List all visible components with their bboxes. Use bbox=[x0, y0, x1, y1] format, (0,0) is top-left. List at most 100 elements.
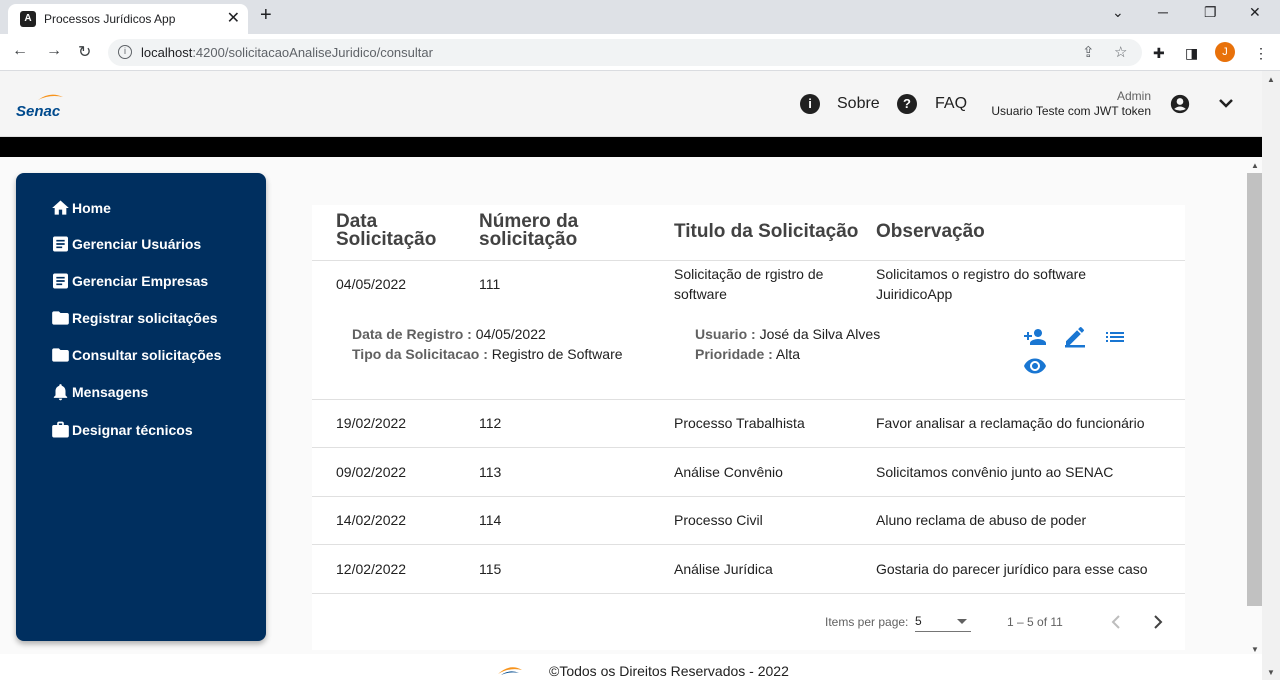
side-panel-icon[interactable]: ◨ bbox=[1185, 45, 1198, 62]
column-header-number[interactable]: Número da solicitação bbox=[479, 212, 578, 249]
bookmark-star-icon[interactable]: ☆ bbox=[1114, 43, 1127, 61]
sidebar-item-label: Gerenciar Usuários bbox=[72, 236, 202, 252]
next-page-button[interactable] bbox=[1147, 612, 1167, 632]
url-text: localhost:4200/solicitacaoAnaliseJuridic… bbox=[141, 45, 433, 60]
divider bbox=[312, 496, 1185, 497]
app-header: Senac i Sobre ? FAQ Admin Usuario Teste … bbox=[0, 71, 1262, 137]
browser-toolbar: ← → ↻ i localhost:4200/solicitacaoAnalis… bbox=[0, 34, 1280, 71]
scrollbar-thumb[interactable] bbox=[1247, 173, 1262, 606]
cell-date: 09/02/2022 bbox=[336, 464, 407, 480]
scroll-down-icon[interactable]: ▼ bbox=[1267, 668, 1275, 677]
cell-number: 114 bbox=[479, 512, 502, 528]
header-divider-band bbox=[0, 137, 1262, 157]
edit-pencil-icon bbox=[1065, 326, 1085, 348]
folder-icon bbox=[52, 348, 69, 362]
sidebar-item-label: Registrar solicitações bbox=[72, 310, 218, 326]
cell-title: Análise Convênio bbox=[674, 464, 783, 480]
senac-logo[interactable]: Senac bbox=[16, 103, 60, 120]
person-add-icon bbox=[1024, 329, 1046, 345]
list-details-button[interactable] bbox=[1103, 325, 1127, 349]
cell-number: 113 bbox=[479, 464, 502, 480]
forward-arrow-icon[interactable]: → bbox=[46, 42, 62, 60]
divider bbox=[312, 447, 1185, 448]
list-icon bbox=[53, 273, 68, 289]
folder-icon bbox=[52, 311, 69, 325]
page-scrollbar[interactable] bbox=[1262, 71, 1280, 680]
browser-menu-icon[interactable]: ⋮ bbox=[1254, 45, 1268, 62]
cell-number: 111 bbox=[479, 276, 501, 292]
faq-link[interactable]: FAQ bbox=[935, 95, 967, 113]
sidebar-nav: Home Gerenciar Usuários Gerenciar Empres… bbox=[16, 173, 266, 641]
browser-tab[interactable]: A Processos Jurídicos App ✕ bbox=[8, 4, 248, 34]
address-bar[interactable]: i localhost:4200/solicitacaoAnaliseJurid… bbox=[108, 39, 1142, 66]
close-tab-icon[interactable]: ✕ bbox=[227, 8, 240, 28]
sidebar-item-label: Home bbox=[72, 200, 111, 216]
cell-note: Gostaria do parecer jurídico para esse c… bbox=[876, 561, 1148, 577]
briefcase-icon bbox=[52, 421, 69, 438]
items-per-page-label: Items per page: bbox=[825, 615, 909, 629]
cell-title: Solicitação de rgistro de software bbox=[674, 266, 824, 302]
info-icon[interactable]: i bbox=[800, 94, 820, 114]
cell-number: 112 bbox=[479, 415, 502, 431]
user-role: Admin bbox=[1116, 89, 1151, 103]
restore-icon[interactable]: ❐ bbox=[1204, 4, 1217, 21]
reload-icon[interactable]: ↻ bbox=[78, 42, 91, 62]
senac-logo-swoosh-icon bbox=[38, 94, 63, 100]
divider bbox=[312, 593, 1185, 594]
about-link[interactable]: Sobre bbox=[837, 95, 880, 113]
sidebar-item-label: Consultar solicitações bbox=[72, 347, 222, 363]
back-arrow-icon[interactable]: ← bbox=[12, 42, 28, 60]
footer-copyright: ©Todos os Direitos Reservados - 2022 bbox=[549, 663, 789, 679]
tab-title: Processos Jurídicos App bbox=[44, 12, 176, 26]
assign-user-button[interactable] bbox=[1023, 325, 1047, 349]
home-icon bbox=[52, 200, 69, 215]
angular-favicon-icon: A bbox=[20, 11, 36, 27]
column-header-note[interactable]: Observação bbox=[876, 222, 985, 241]
share-icon[interactable]: ⇪ bbox=[1082, 43, 1095, 61]
new-tab-icon[interactable]: + bbox=[260, 4, 272, 27]
inner-scroll-up-icon[interactable]: ▲ bbox=[1251, 161, 1259, 170]
cell-note: Solicitamos o registro do software Juirid… bbox=[876, 266, 1087, 302]
bell-icon bbox=[53, 384, 68, 401]
sidebar-item-label: Mensagens bbox=[72, 384, 149, 400]
cell-title: Análise Jurídica bbox=[674, 561, 773, 577]
detail-request-type: Tipo da Solicitacao : Registro de Softwa… bbox=[352, 346, 623, 362]
tab-search-chevron-icon[interactable]: ⌄ bbox=[1112, 4, 1124, 21]
divider bbox=[312, 544, 1185, 545]
senac-footer-logo-icon bbox=[498, 667, 522, 675]
sidebar-item-companies[interactable]: Gerenciar Empresas bbox=[50, 270, 208, 292]
sidebar-item-consult-requests[interactable]: Consultar solicitações bbox=[50, 344, 221, 366]
sidebar-item-users[interactable]: Gerenciar Usuários bbox=[50, 233, 201, 255]
detail-user: Usuario : José da Silva Alves bbox=[695, 326, 881, 342]
list-icon bbox=[53, 236, 68, 252]
column-header-date[interactable]: Data Solicitação bbox=[336, 212, 436, 249]
scroll-up-icon[interactable]: ▲ bbox=[1267, 75, 1275, 84]
sidebar-item-label: Designar técnicos bbox=[72, 422, 193, 438]
chevron-down-icon[interactable] bbox=[1218, 97, 1234, 109]
dropdown-arrow-icon bbox=[957, 619, 967, 624]
extensions-puzzle-icon[interactable]: ✚ bbox=[1153, 45, 1165, 62]
user-name: Usuario Teste com JWT token bbox=[991, 104, 1151, 118]
eye-icon bbox=[1024, 358, 1046, 374]
help-icon[interactable]: ? bbox=[897, 94, 917, 114]
view-button[interactable] bbox=[1023, 354, 1047, 378]
sidebar-item-register-requests[interactable]: Registrar solicitações bbox=[50, 307, 218, 329]
sidebar-item-assign-technicians[interactable]: Designar técnicos bbox=[50, 419, 193, 441]
account-circle-icon[interactable] bbox=[1170, 94, 1190, 114]
inner-scroll-down-icon[interactable]: ▼ bbox=[1251, 645, 1259, 654]
cell-date: 14/02/2022 bbox=[336, 512, 407, 528]
page-size-select[interactable]: 5 bbox=[915, 614, 971, 632]
site-info-icon[interactable]: i bbox=[118, 45, 132, 59]
column-header-title[interactable]: Titulo da Solicitação bbox=[674, 222, 858, 241]
divider bbox=[312, 260, 1185, 261]
cell-date: 19/02/2022 bbox=[336, 415, 407, 431]
sidebar-item-messages[interactable]: Mensagens bbox=[50, 381, 148, 403]
edit-button[interactable] bbox=[1063, 324, 1087, 348]
close-window-icon[interactable]: ✕ bbox=[1249, 4, 1261, 21]
cell-date: 12/02/2022 bbox=[336, 561, 407, 577]
minimize-icon[interactable]: ─ bbox=[1158, 4, 1168, 20]
cell-title: Processo Trabalhista bbox=[674, 415, 805, 431]
profile-avatar[interactable]: J bbox=[1215, 42, 1235, 62]
sidebar-item-home[interactable]: Home bbox=[50, 197, 111, 219]
previous-page-button[interactable] bbox=[1107, 612, 1127, 632]
